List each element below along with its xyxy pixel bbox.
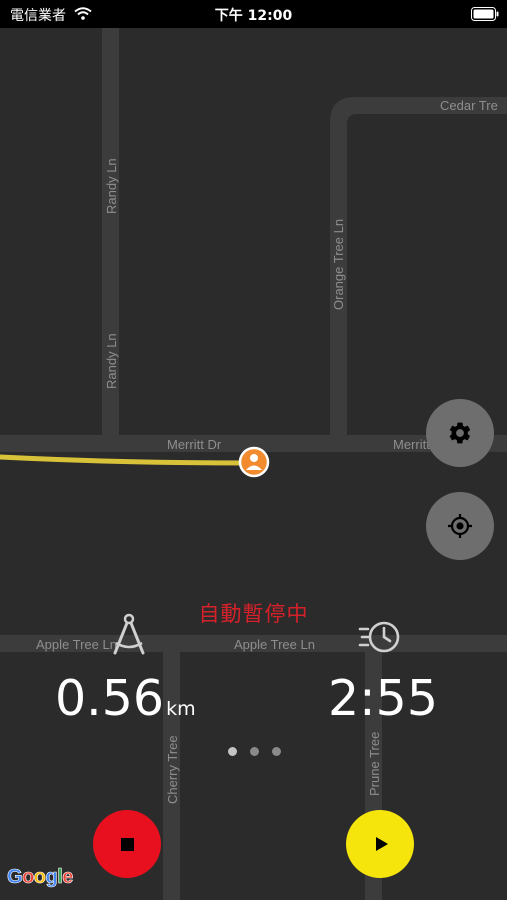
distance-metric: 0.56 km <box>55 670 196 727</box>
street-label-merritt-left: Merritt Dr <box>167 437 222 452</box>
fast-clock-icon <box>358 621 400 653</box>
street-label-prune: Prune Tree <box>367 732 382 796</box>
auto-pause-status: 自動暫停中 <box>198 602 309 626</box>
crosshair-icon <box>448 514 472 538</box>
street-label-randy-bottom: Randy Ln <box>104 333 119 389</box>
status-time: 下午 12:00 <box>214 8 293 24</box>
resume-workout-button[interactable] <box>346 810 414 878</box>
compass-icon <box>113 613 145 655</box>
map-view[interactable]: Cedar Tre Randy Ln Randy Ln Orange Tree … <box>0 28 507 900</box>
play-icon <box>375 837 388 851</box>
gear-icon <box>449 422 471 444</box>
battery-icon <box>471 7 499 21</box>
street-label-apple-right: Apple Tree Ln <box>234 637 315 652</box>
page-dot-3[interactable] <box>272 747 281 756</box>
distance-unit: km <box>166 698 196 720</box>
street-label-randy-top: Randy Ln <box>104 158 119 214</box>
stop-workout-button[interactable] <box>93 810 161 878</box>
google-attribution-logo: Google <box>7 866 74 889</box>
recenter-location-button[interactable] <box>426 492 494 560</box>
stop-icon <box>120 837 134 851</box>
distance-value: 0.56 <box>55 670 165 727</box>
metrics-page-indicator[interactable] <box>228 747 281 756</box>
street-label-orange: Orange Tree Ln <box>331 219 346 310</box>
app-screen: Cedar Tre Randy Ln Randy Ln Orange Tree … <box>0 0 507 900</box>
street-label-cedar: Cedar Tre <box>440 98 498 113</box>
street-label-apple-left: Apple Tree Ln <box>36 637 117 652</box>
duration-value: 2:55 <box>328 670 439 727</box>
street-label-cherry: Cherry Tree <box>165 735 180 804</box>
user-location-marker <box>238 446 270 478</box>
page-dot-2[interactable] <box>250 747 259 756</box>
map-settings-button[interactable] <box>426 399 494 467</box>
status-bar: 電信業者 下午 12:00 <box>0 0 507 28</box>
page-dot-1[interactable] <box>228 747 237 756</box>
